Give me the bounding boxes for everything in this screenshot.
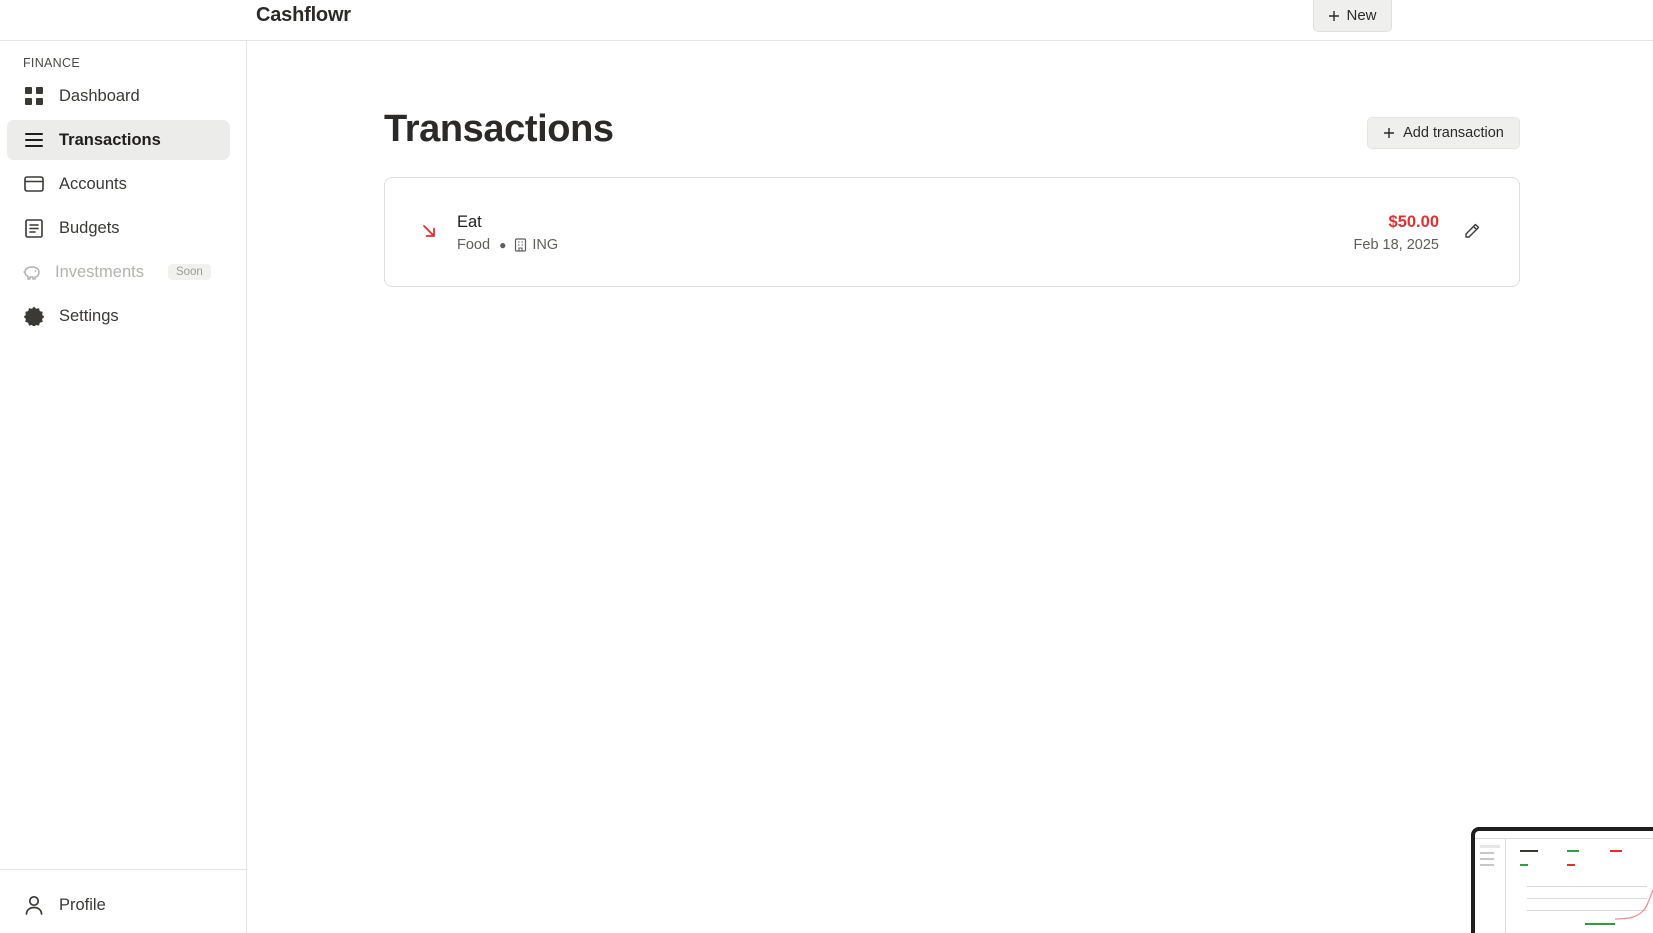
soon-badge: Soon xyxy=(167,264,211,280)
sidebar-item-profile[interactable]: Profile xyxy=(7,885,106,925)
sidebar-item-label: Investments xyxy=(55,262,144,281)
sidebar-item-label: Settings xyxy=(59,306,119,325)
pencil-icon[interactable] xyxy=(1463,222,1481,240)
add-transaction-button[interactable]: Add transaction xyxy=(1367,117,1520,149)
page-title: Transactions xyxy=(384,108,614,150)
new-button-label: New xyxy=(1346,7,1377,24)
piggy-bank-icon xyxy=(22,262,42,282)
sidebar-item-transactions[interactable]: Transactions xyxy=(7,120,230,160)
dashboard-preview-thumbnail xyxy=(1471,827,1653,933)
sidebar-item-label: Dashboard xyxy=(59,86,140,105)
sidebar-section-label: FINANCE xyxy=(23,56,80,70)
profile-label: Profile xyxy=(59,895,106,914)
sidebar: FINANCE Dashboard Transactions Accounts … xyxy=(0,41,247,933)
bank-building-icon xyxy=(515,238,527,252)
separator-dot: ● xyxy=(499,238,507,252)
sidebar-item-investments: Investments Soon xyxy=(7,252,230,292)
document-list-icon xyxy=(24,218,44,238)
transactions-list: Eat Food ● ING $50.00 Feb 18, 2025 xyxy=(384,177,1520,287)
transaction-row[interactable]: Eat Food ● ING $50.00 Feb 18, 2025 xyxy=(385,178,1519,286)
preview-chart-line xyxy=(1615,888,1653,920)
sidebar-item-label: Accounts xyxy=(59,174,127,193)
transaction-title: Eat xyxy=(457,213,482,231)
sidebar-item-settings[interactable]: Settings xyxy=(7,296,230,336)
plus-icon xyxy=(1329,10,1340,21)
user-icon xyxy=(24,895,44,915)
transaction-category: Food xyxy=(457,237,491,253)
app-brand[interactable]: Cashflowr xyxy=(256,4,351,27)
arrow-down-right-icon xyxy=(423,225,435,237)
gear-icon xyxy=(24,306,44,326)
new-button[interactable]: New xyxy=(1313,0,1392,32)
sidebar-item-label: Transactions xyxy=(59,130,161,149)
sidebar-footer: Profile xyxy=(0,869,246,933)
add-transaction-label: Add transaction xyxy=(1403,125,1504,141)
transaction-account: ING xyxy=(532,237,559,253)
credit-card-icon xyxy=(24,174,44,194)
dashboard-grid-icon xyxy=(24,86,44,106)
transaction-amount: $50.00 xyxy=(1388,213,1439,231)
transaction-date: Feb 18, 2025 xyxy=(1353,237,1439,253)
sidebar-item-budgets[interactable]: Budgets xyxy=(7,208,230,248)
sidebar-item-label: Budgets xyxy=(59,218,120,237)
plus-icon xyxy=(1384,128,1395,138)
sidebar-item-accounts[interactable]: Accounts xyxy=(7,164,230,204)
list-lines-icon xyxy=(24,130,44,150)
top-bar: Cashflowr New xyxy=(0,0,1653,41)
sidebar-item-dashboard[interactable]: Dashboard xyxy=(7,76,230,116)
transaction-meta: Food ● ING xyxy=(457,237,558,253)
